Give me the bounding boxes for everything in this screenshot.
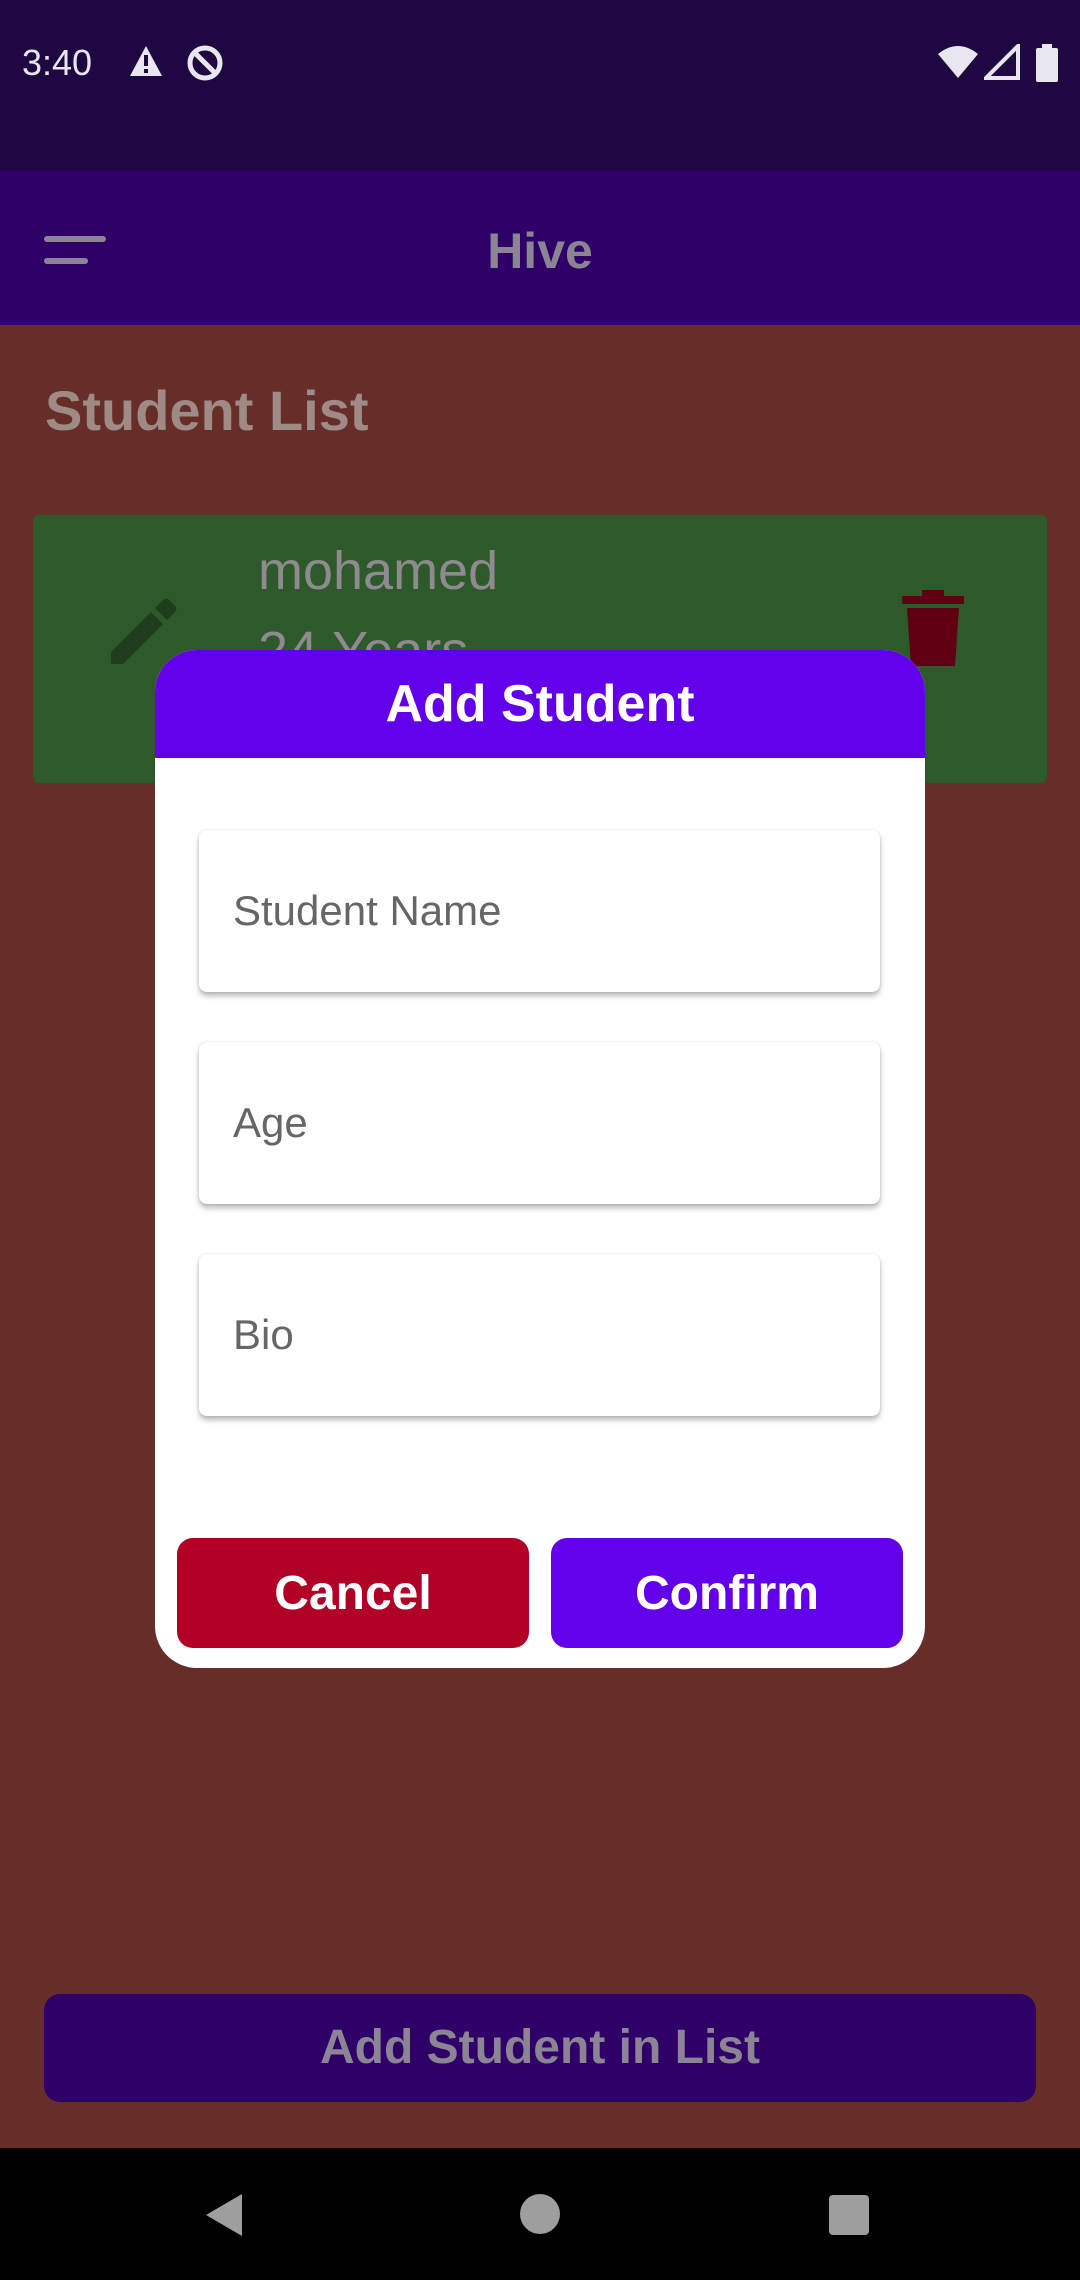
- bio-field: [199, 1254, 880, 1416]
- battery-icon: [1036, 44, 1058, 82]
- navigation-bar: [0, 2148, 1080, 2280]
- recents-icon[interactable]: [828, 2194, 870, 2236]
- age-field: [199, 1042, 880, 1204]
- home-icon[interactable]: [518, 2192, 562, 2236]
- status-time: 3:40: [22, 42, 93, 83]
- cell-signal-icon: [984, 44, 1020, 80]
- app-title: Hive: [487, 223, 593, 279]
- data-saver-icon: [187, 45, 223, 81]
- add-student-dialog: Add Student Cancel Confirm: [155, 650, 925, 1668]
- section-title: Student List: [45, 379, 369, 442]
- student-name-field: [199, 830, 880, 992]
- dialog-title: Add Student: [385, 675, 695, 733]
- student-name-input[interactable]: [199, 830, 880, 992]
- student-name: mohamed: [258, 541, 499, 601]
- cancel-button[interactable]: Cancel: [177, 1538, 529, 1648]
- wifi-icon: [938, 46, 978, 78]
- back-icon[interactable]: [204, 2192, 244, 2238]
- age-input[interactable]: [199, 1042, 880, 1204]
- confirm-button[interactable]: Confirm: [551, 1538, 903, 1648]
- status-bar: 3:40: [0, 0, 1080, 170]
- dialog-header: Add Student: [155, 650, 925, 758]
- add-student-in-list-button[interactable]: Add Student in List: [44, 1994, 1036, 2102]
- warning-icon: [130, 46, 162, 76]
- bio-input[interactable]: [199, 1254, 880, 1416]
